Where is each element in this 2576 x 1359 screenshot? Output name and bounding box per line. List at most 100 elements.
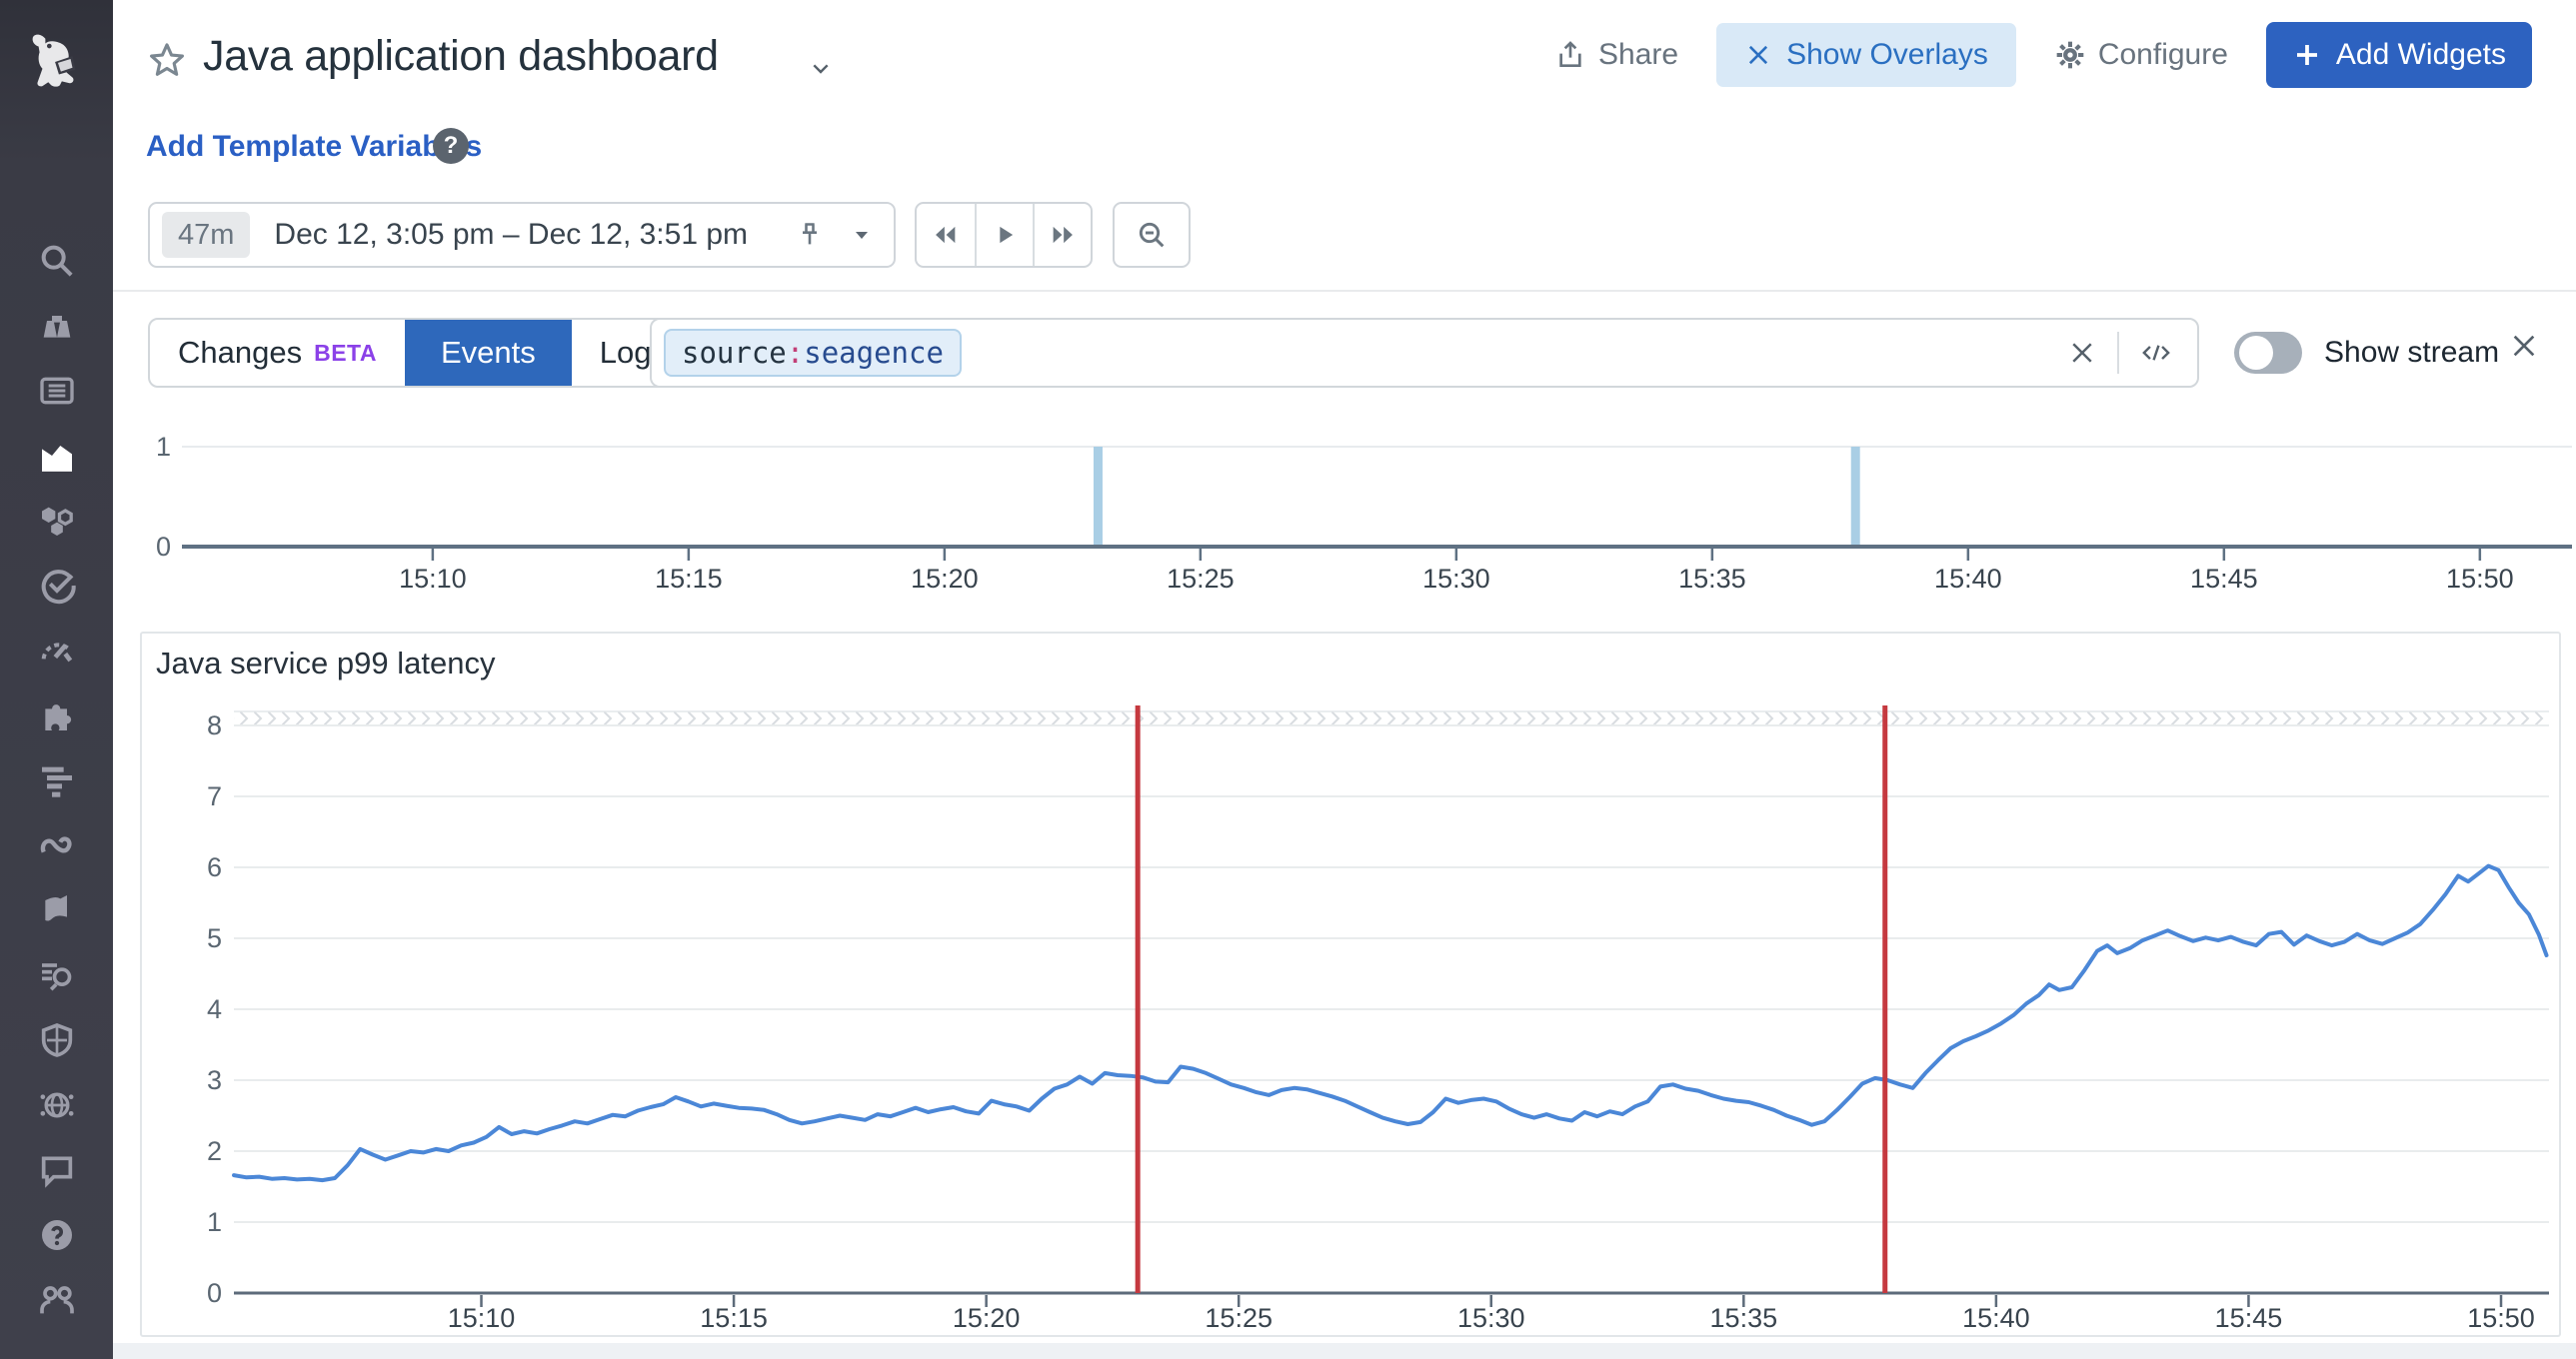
sidebar-item-dashboards[interactable] <box>0 423 113 488</box>
sidebar-item-monitors[interactable] <box>0 553 113 618</box>
play-icon <box>991 221 1019 249</box>
query-separator: : <box>787 336 804 370</box>
time-back-button[interactable] <box>917 204 975 266</box>
tab-changes[interactable]: Changes BETA <box>150 320 405 386</box>
sidebar-item-infrastructure[interactable] <box>0 488 113 553</box>
sidebar-item-search[interactable] <box>0 228 113 293</box>
datadog-dashboard-app: Java application dashboard Share Show Ov… <box>0 0 2576 1359</box>
sidebar-item-security[interactable] <box>0 1007 113 1072</box>
sidebar-item-metrics[interactable] <box>0 618 113 682</box>
favorite-star-icon[interactable] <box>146 40 188 87</box>
x-tick-label: 15:45 <box>2190 564 2258 594</box>
gauge-icon <box>37 631 77 671</box>
beta-badge: BETA <box>314 340 377 367</box>
main-content: Java application dashboard Share Show Ov… <box>113 0 2576 1359</box>
time-range-icons <box>796 221 874 249</box>
squiggle-path-icon <box>37 825 77 865</box>
zoom-out-button[interactable] <box>1113 202 1191 268</box>
x-tick-label: 15:15 <box>655 564 723 594</box>
y-tick-label: 1 <box>207 1207 222 1237</box>
x-tick-label: 15:25 <box>1167 564 1235 594</box>
x-tick-label: 15:20 <box>911 564 979 594</box>
x-tick-label: 15:25 <box>1205 1303 1273 1333</box>
sidebar-item-log-explorer[interactable] <box>0 942 113 1007</box>
pin-icon[interactable] <box>796 221 824 249</box>
widget-java-p99-latency[interactable]: Java service p99 latency 01234567815:101… <box>140 632 2561 1337</box>
zoom-out-icon <box>1136 219 1168 251</box>
x-tick-label: 15:50 <box>2446 564 2514 594</box>
puzzle-icon <box>37 695 77 735</box>
notebook-icon <box>37 890 77 930</box>
y-tick-label: 1 <box>156 432 171 462</box>
x-tick-label: 15:20 <box>953 1303 1021 1333</box>
raw-query-button[interactable] <box>2139 338 2173 368</box>
gear-icon <box>2054 39 2086 71</box>
template-variables-help-icon[interactable]: ? <box>433 128 469 164</box>
clear-query-button[interactable] <box>2067 338 2097 368</box>
shield-icon <box>37 1020 77 1060</box>
time-range-picker[interactable]: 47m Dec 12, 3:05 pm – Dec 12, 3:51 pm <box>148 202 896 268</box>
logs-search-icon <box>37 955 77 995</box>
sidebar-nav <box>0 228 113 1332</box>
duration-badge: 47m <box>162 212 250 258</box>
y-tick-label: 8 <box>207 710 222 740</box>
datadog-logo[interactable] <box>0 14 113 106</box>
sidebar-item-organization[interactable] <box>0 1267 113 1332</box>
add-widgets-button[interactable]: Add Widgets <box>2266 22 2532 88</box>
header-actions: Share Show Overlays Configure Add Widget… <box>1554 20 2532 90</box>
share-button[interactable]: Share <box>1554 38 1678 72</box>
close-overlays-bar-button[interactable] <box>2508 330 2540 367</box>
clipped-top-band <box>234 711 2549 725</box>
sidebar-item-apm-traces[interactable] <box>0 747 113 812</box>
x-tick-label: 15:40 <box>1934 564 2002 594</box>
y-tick-label: 4 <box>207 994 222 1024</box>
plus-icon <box>2292 40 2322 70</box>
sidebar-item-service-map[interactable] <box>0 812 113 877</box>
datadog-dog-icon <box>26 29 88 91</box>
event-search-input[interactable]: source : seagence <box>650 318 2199 388</box>
time-dropdown-caret-icon[interactable] <box>850 223 874 247</box>
overlay-source-tabs: Changes BETA Events Logs <box>148 318 697 388</box>
sidebar-item-help[interactable] <box>0 1202 113 1267</box>
title-chevron-down-icon[interactable] <box>805 52 837 89</box>
x-tick-label: 15:30 <box>1422 564 1490 594</box>
sidebar-item-notebooks[interactable] <box>0 877 113 942</box>
close-x-icon <box>2508 330 2540 362</box>
show-overlays-button[interactable]: Show Overlays <box>1716 23 2016 87</box>
y-tick-label: 7 <box>207 781 222 811</box>
show-overlays-label: Show Overlays <box>1786 38 1988 72</box>
query-token-chip[interactable]: source : seagence <box>664 329 962 377</box>
y-tick-label: 0 <box>207 1278 222 1308</box>
sidebar-item-watchdog[interactable] <box>0 293 113 358</box>
x-tick-label: 15:30 <box>1457 1303 1525 1333</box>
tab-events-label: Events <box>441 335 536 371</box>
y-tick-label: 6 <box>207 852 222 882</box>
dashboards-icon <box>37 436 77 476</box>
show-stream-toggle[interactable] <box>2234 332 2302 374</box>
fast-forward-icon <box>1049 221 1077 249</box>
chat-bubble-icon <box>37 1150 77 1190</box>
configure-button[interactable]: Configure <box>2054 38 2228 72</box>
add-template-variables-link[interactable]: Add Template Variables <box>146 130 482 164</box>
sidebar-item-network[interactable] <box>0 1072 113 1137</box>
events-timeline-chart[interactable]: 1015:1015:1515:2015:2515:3015:3515:4015:… <box>113 430 2576 595</box>
y-tick-label: 3 <box>207 1065 222 1095</box>
search-input-controls <box>2067 320 2197 386</box>
latency-line-chart[interactable]: 01234567815:1015:1515:2015:2515:3015:351… <box>142 634 2559 1335</box>
x-tick-label: 15:35 <box>1678 564 1746 594</box>
sidebar-item-event-stream[interactable] <box>0 358 113 423</box>
event-list-icon <box>37 371 77 411</box>
sidebar-item-feedback[interactable] <box>0 1137 113 1202</box>
code-brackets-icon <box>2139 338 2173 368</box>
time-forward-button[interactable] <box>1033 204 1091 266</box>
x-tick-label: 15:15 <box>700 1303 768 1333</box>
page-title: Java application dashboard <box>203 32 719 81</box>
time-play-button[interactable] <box>975 204 1033 266</box>
y-tick-label: 2 <box>207 1136 222 1166</box>
x-tick-label: 15:10 <box>448 1303 516 1333</box>
search-icon <box>37 241 77 281</box>
tab-events[interactable]: Events <box>405 320 572 386</box>
sidebar-item-integrations[interactable] <box>0 682 113 747</box>
query-facet: source <box>682 336 787 370</box>
search-divider <box>2117 332 2119 374</box>
